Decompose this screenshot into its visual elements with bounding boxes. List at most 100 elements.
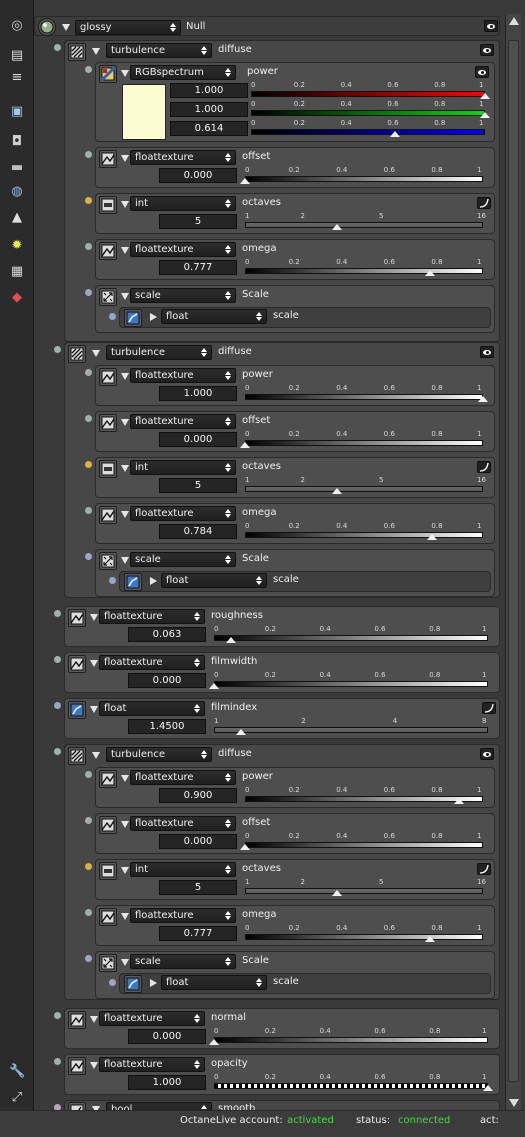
s3-scale-pin[interactable] [85,955,92,962]
s1-power-blue-marker[interactable] [389,131,400,137]
expand-icon[interactable]: ⤢ [9,1090,25,1106]
normal-value-field[interactable]: 0.000 [128,1029,206,1044]
turbulence-2-expand-toggle[interactable] [92,350,100,357]
opacity-expand-toggle[interactable] [90,1062,98,1069]
s3-offset-pin[interactable] [85,817,92,824]
s3-offset-value-field[interactable]: 0.000 [159,834,237,849]
sun-icon[interactable]: ✹ [9,238,25,254]
s3-power-type-dropdown[interactable]: floattexture [130,770,236,785]
s1-scale-type-dropdown[interactable]: scale [130,288,236,303]
filmwidth-slider-marker[interactable] [209,683,219,689]
opacity-type-icon[interactable] [68,1057,86,1075]
glossy-material-icon[interactable] [38,18,56,36]
s1-omega-expand-toggle[interactable] [121,247,129,254]
s2-power-slider-marker[interactable] [478,396,488,402]
s1-offset-slider-marker[interactable] [240,178,250,184]
s2-scale-type-dropdown[interactable]: scale [130,552,236,567]
filmwidth-pin[interactable] [54,656,61,663]
s3-octaves-value-field[interactable]: 5 [159,880,237,895]
s3-octaves-slider-ramp[interactable] [245,888,483,894]
s3-octaves-type-icon[interactable] [99,862,117,880]
s1-power-color-swatch[interactable] [122,84,166,140]
s2-octaves-curve-button[interactable] [477,461,491,473]
opacity-slider-ramp[interactable] [214,1083,488,1089]
s2-omega-type-icon[interactable] [99,506,117,524]
s1-scale-float-expand[interactable] [150,313,157,321]
material-type-dropdown[interactable]: glossy [75,20,181,35]
normal-pin[interactable] [54,1012,61,1019]
filmindex-value-field[interactable]: 1.4500 [128,719,206,734]
filmindex-slider-marker[interactable] [236,729,247,735]
scroll-thumb[interactable] [508,40,519,1082]
turbulence-1-pin[interactable] [54,44,61,51]
s1-octaves-curve-button[interactable] [477,197,491,209]
turbulence-1-type-dropdown[interactable]: turbulence [106,43,212,58]
camera-icon[interactable]: ◘ [9,134,25,150]
s2-power-pin[interactable] [85,369,92,376]
filmwidth-type-icon[interactable] [68,655,86,673]
s2-offset-expand-toggle[interactable] [121,419,129,426]
s3-scale-expand-toggle[interactable] [121,959,129,966]
s2-scale-float-icon[interactable] [124,573,142,591]
roughness-pin[interactable] [54,610,61,617]
list-icon[interactable]: ≡ [9,70,25,86]
s2-octaves-pin[interactable] [85,461,92,468]
opacity-value-field[interactable]: 1.000 [128,1075,206,1090]
s3-power-slider-ramp[interactable] [245,796,483,802]
s2-offset-slider-marker[interactable] [240,442,250,448]
filmindex-pin[interactable] [54,702,61,709]
s2-offset-slider-ramp[interactable] [245,440,483,446]
s2-power-slider-ramp[interactable] [245,394,483,400]
turbulence-2-pin[interactable] [54,346,61,353]
s1-power-green-marker[interactable] [480,112,490,118]
s1-power-green-ramp[interactable] [251,110,485,116]
s2-octaves-slider-marker[interactable] [332,488,343,494]
s1-scale-float-icon[interactable] [124,309,142,327]
opacity-slider-marker[interactable] [483,1085,493,1091]
s2-scale-float-dropdown[interactable]: float [161,573,267,588]
s1-power-visibility-eye[interactable] [475,66,489,78]
s1-power-red-marker[interactable] [480,93,490,99]
s1-power-pin[interactable] [85,66,92,73]
s1-octaves-type-icon[interactable] [99,196,117,214]
s1-octaves-slider-ramp[interactable] [245,222,483,228]
s1-offset-pin[interactable] [85,151,92,158]
s2-offset-pin[interactable] [85,415,92,422]
s1-omega-slider-marker[interactable] [424,270,435,276]
s1-offset-type-icon[interactable] [99,150,117,168]
s2-octaves-expand-toggle[interactable] [121,465,129,472]
normal-type-icon[interactable] [68,1011,86,1029]
s1-omega-pin[interactable] [85,243,92,250]
s3-power-pin[interactable] [85,771,92,778]
s2-octaves-type-dropdown[interactable]: int [130,460,236,475]
s1-scale-float-dropdown[interactable]: float [161,309,267,324]
turbulence-3-visibility-eye[interactable] [480,748,494,760]
s3-scale-type-icon[interactable] [99,954,117,972]
s3-omega-pin[interactable] [85,909,92,916]
s3-octaves-type-dropdown[interactable]: int [130,862,236,877]
s1-scale-float-pin[interactable] [109,313,116,320]
s2-omega-slider-marker[interactable] [426,534,437,540]
s2-offset-value-field[interactable]: 0.000 [159,432,237,447]
s3-omega-slider-marker[interactable] [424,936,435,942]
filmindex-curve-button[interactable] [482,702,496,714]
s1-power-type-dropdown[interactable]: RGBspectrum [130,65,236,80]
s2-offset-type-icon[interactable] [99,414,117,432]
s3-power-value-field[interactable]: 0.900 [159,788,237,803]
s3-omega-type-dropdown[interactable]: floattexture [130,908,236,923]
filmwidth-value-field[interactable]: 0.000 [128,673,206,688]
s3-power-slider-marker[interactable] [454,798,465,804]
s2-power-expand-toggle[interactable] [121,373,129,380]
s3-scale-float-dropdown[interactable]: float [161,975,267,990]
turbulence-2-type-icon[interactable] [68,345,86,363]
strip-icon[interactable]: ▬ [9,160,25,176]
s1-offset-expand-toggle[interactable] [121,155,129,162]
s1-offset-type-dropdown[interactable]: floattexture [130,150,236,165]
s3-omega-value-field[interactable]: 0.777 [159,926,237,941]
filmindex-expand-toggle[interactable] [90,706,98,713]
s2-omega-type-dropdown[interactable]: floattexture [130,506,236,521]
s1-offset-slider-ramp[interactable] [245,176,483,182]
s3-octaves-expand-toggle[interactable] [121,867,129,874]
s3-power-expand-toggle[interactable] [121,775,129,782]
s3-scale-float-icon[interactable] [124,975,142,993]
